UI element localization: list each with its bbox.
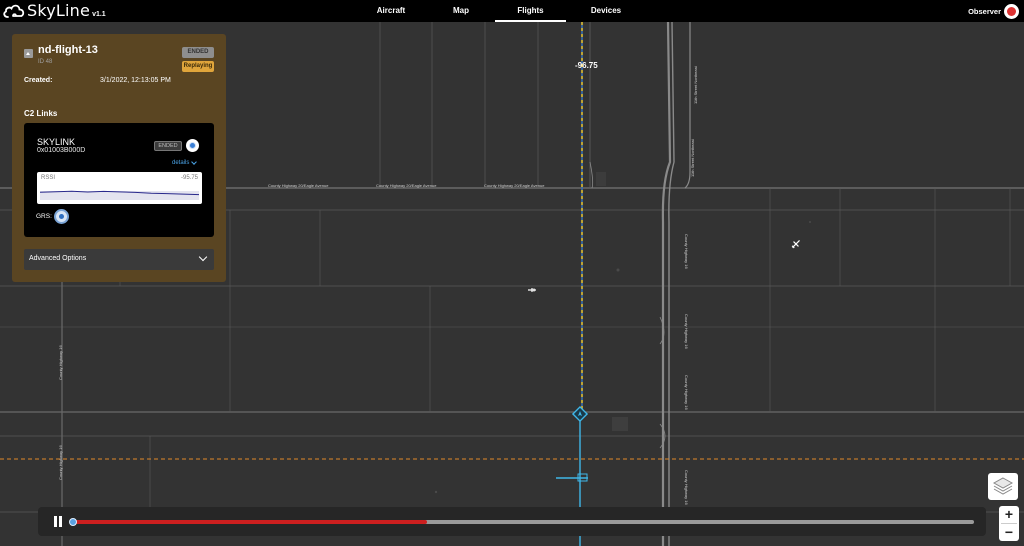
link-name: SKYLINK: [37, 137, 76, 147]
road-label: County Highway 16: [684, 234, 689, 269]
link-status-badge: ENDED: [154, 141, 182, 151]
map-parcels: [434, 172, 811, 494]
cloud-logo-icon: [3, 4, 25, 18]
avatar-icon[interactable]: [1004, 3, 1019, 19]
c2-link-card: SKYLINK 0x01003B000D ENDED details RSSI …: [24, 123, 214, 237]
playback-progress: [72, 520, 428, 524]
scrubber-handle[interactable]: [69, 518, 77, 526]
playback-bar: [38, 507, 986, 536]
flight-status-badge: ENDED: [182, 47, 214, 58]
tab-aircraft[interactable]: Aircraft: [364, 0, 418, 22]
user-menu[interactable]: Observer: [968, 2, 1019, 20]
flight-name: nd-flight-13: [38, 44, 98, 56]
replay-status-badge: Replaying: [182, 61, 214, 72]
app-name: SkyLine: [27, 1, 91, 20]
road-label: County Highway 16: [684, 375, 689, 410]
layers-icon: [992, 477, 1014, 495]
c2-links-heading: C2 Links: [24, 109, 58, 118]
user-role: Observer: [968, 6, 1001, 16]
details-label: details: [172, 160, 190, 166]
road-label: County Highway 16: [58, 345, 63, 380]
road-label: County Highway 16: [58, 445, 63, 480]
tab-map[interactable]: Map: [440, 0, 482, 22]
road-label: County Highway 16: [684, 470, 689, 505]
rssi-value: -95.75: [180, 175, 198, 181]
gear-icon: [189, 142, 196, 149]
aircraft-icon: [528, 288, 536, 292]
created-label: Created:: [24, 77, 53, 84]
app-version: v1.1: [92, 11, 106, 18]
collapse-panel-button[interactable]: [24, 49, 33, 58]
road-label: County Highway 20/Eagle Avenue: [484, 183, 545, 188]
created-value: 3/1/2022, 12:13:05 PM: [100, 77, 171, 84]
road-label: 11th Street Northeast: [690, 139, 695, 177]
advanced-options-label: Advanced Options: [29, 255, 87, 262]
advanced-options-toggle[interactable]: Advanced Options: [24, 249, 214, 270]
drone-marker-icon: [571, 405, 589, 423]
antenna-icon: [59, 214, 64, 219]
road-label: County Highway 20/Eagle Avenue: [268, 183, 329, 188]
link-settings-button[interactable]: [186, 139, 199, 152]
tab-flights[interactable]: Flights: [495, 0, 566, 22]
map-layers-button[interactable]: [988, 473, 1018, 500]
chevron-down-icon: [198, 252, 208, 262]
highway: [589, 22, 691, 546]
grs-button[interactable]: [54, 209, 69, 224]
tab-devices[interactable]: Devices: [580, 0, 632, 22]
top-navigation-bar: SkyLine v1.1 Aircraft Map Flights Device…: [0, 0, 1024, 22]
flight-id: ID 48: [38, 59, 53, 65]
rssi-chart: RSSI -95.75: [37, 172, 202, 204]
aircraft-icon-2: [791, 240, 800, 249]
grs-label: GRS:: [36, 213, 52, 220]
details-toggle[interactable]: details: [172, 158, 198, 166]
heading-readout: -96.75: [575, 61, 598, 70]
link-id: 0x01003B000D: [37, 147, 86, 154]
road-label: 11th Street Northeast: [693, 66, 698, 104]
road-label: County Highway 16: [684, 314, 689, 349]
flight-details-panel: nd-flight-13 ID 48 ENDED Replaying Creat…: [12, 34, 226, 282]
zoom-in-button[interactable]: +: [999, 506, 1019, 523]
road-label: County Highway 20/Eagle Avenue: [376, 183, 437, 188]
pause-icon[interactable]: [53, 516, 63, 527]
chevron-down-icon: [191, 158, 198, 165]
zoom-control: + −: [999, 506, 1019, 541]
playback-scrubber[interactable]: [69, 518, 974, 526]
rssi-label: RSSI: [41, 175, 56, 181]
app-logo[interactable]: SkyLine v1.1: [2, 2, 106, 20]
zoom-out-button[interactable]: −: [999, 524, 1019, 541]
rssi-sparkline: [40, 190, 199, 200]
